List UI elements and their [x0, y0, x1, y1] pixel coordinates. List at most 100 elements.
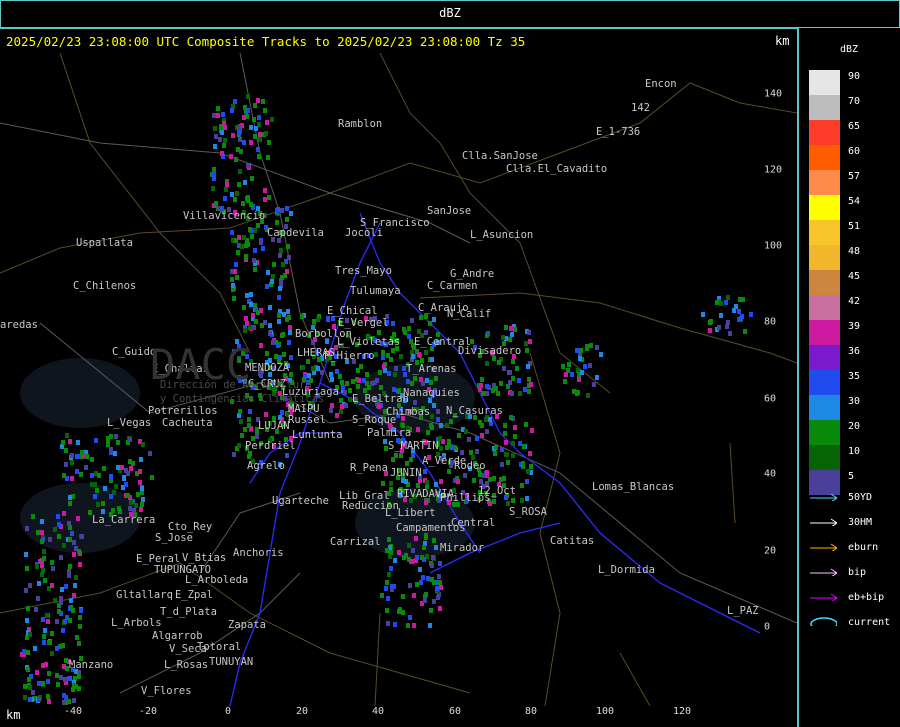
radar-echo-pixel — [497, 360, 501, 365]
radar-echo-pixel — [67, 573, 71, 578]
radar-echo-pixel — [479, 479, 483, 484]
radar-echo-pixel — [77, 674, 81, 679]
radar-echo-pixel — [249, 302, 253, 307]
radar-echo-pixel — [93, 482, 97, 487]
y-axis-unit: km — [775, 34, 790, 48]
place-label: Algarrob — [152, 630, 203, 642]
radar-echo-pixel — [40, 519, 44, 524]
radar-echo-pixel — [245, 293, 249, 298]
radar-echo-pixel — [429, 608, 433, 613]
radar-echo-pixel — [447, 469, 451, 474]
track-label: 50YD — [848, 492, 873, 503]
x-tick-label: 80 — [524, 706, 538, 717]
radar-echo-pixel — [230, 108, 234, 113]
radar-echo-pixel — [126, 493, 130, 498]
radar-echo-pixel — [101, 501, 105, 506]
radar-echo-pixel — [73, 583, 77, 588]
track-arrow-icon — [810, 593, 837, 601]
place-label: Villavicencio — [183, 210, 266, 222]
radar-echo-pixel — [413, 376, 417, 381]
radar-echo-pixel — [485, 361, 489, 366]
radar-echo-pixel — [732, 308, 736, 313]
radar-echo-pixel — [25, 618, 29, 623]
radar-echo-pixel — [501, 335, 505, 340]
radar-echo-pixel — [214, 201, 218, 206]
radar-echo-pixel — [341, 385, 345, 390]
radar-echo-pixel — [41, 681, 45, 686]
radar-map[interactable] — [0, 53, 797, 706]
radar-echo-pixel — [335, 413, 339, 418]
radar-echo-pixel — [78, 562, 82, 567]
radar-echo-pixel — [282, 352, 286, 357]
place-label: C_Chilenos — [73, 280, 137, 292]
radar-echo-pixel — [72, 593, 76, 598]
radar-echo-pixel — [365, 381, 369, 386]
place-label: E_Zpal — [175, 589, 213, 601]
radar-echo-pixel — [51, 566, 55, 571]
radar-echo-pixel — [234, 238, 238, 243]
radar-echo-pixel — [248, 409, 252, 414]
radar-echo-pixel — [64, 695, 68, 700]
radar-echo-pixel — [513, 327, 517, 332]
radar-echo-pixel — [725, 324, 729, 329]
radar-echo-pixel — [285, 206, 289, 211]
radar-echo-pixel — [425, 480, 429, 485]
radar-echo-pixel — [435, 586, 439, 591]
radar-echo-pixel — [430, 563, 434, 568]
radar-echo-pixel — [480, 423, 484, 428]
radar-echo-pixel — [254, 319, 258, 324]
radar-echo-pixel — [229, 154, 233, 159]
radar-echo-pixel — [411, 453, 415, 458]
radar-echo-pixel — [59, 675, 63, 680]
color-swatch — [809, 445, 840, 470]
radar-echo-pixel — [72, 540, 76, 545]
radar-echo-pixel — [386, 621, 390, 626]
radar-echo-pixel — [719, 313, 723, 318]
color-swatch-label: 48 — [848, 246, 861, 257]
radar-echo-pixel — [237, 130, 241, 135]
radar-echo-pixel — [235, 275, 239, 280]
radar-echo-pixel — [211, 186, 215, 191]
radar-echo-pixel — [47, 699, 51, 704]
radar-echo-pixel — [387, 371, 391, 376]
radar-echo-pixel — [528, 451, 532, 456]
radar-echo-pixel — [728, 331, 732, 336]
radar-echo-pixel — [428, 321, 432, 326]
radar-echo-pixel — [230, 230, 234, 235]
radar-echo-pixel — [383, 439, 387, 444]
radar-echo-pixel — [124, 482, 128, 487]
radar-echo-pixel — [307, 373, 311, 378]
radar-echo-pixel — [213, 126, 217, 131]
radar-echo-pixel — [57, 534, 61, 539]
radar-echo-pixel — [340, 404, 344, 409]
radar-echo-pixel — [223, 138, 227, 143]
radar-echo-pixel — [237, 443, 241, 448]
radar-echo-pixel — [407, 334, 411, 339]
radar-echo-pixel — [138, 480, 142, 485]
place-label: Anchoris — [233, 547, 284, 559]
radar-echo-pixel — [524, 422, 528, 427]
radar-echo-pixel — [62, 700, 66, 705]
radar-echo-pixel — [102, 466, 106, 471]
radar-echo-pixel — [214, 134, 218, 139]
radar-echo-pixel — [383, 368, 387, 373]
radar-echo-pixel — [445, 445, 449, 450]
y-tick-label: 100 — [764, 240, 783, 252]
y-tick-label: 60 — [764, 393, 777, 405]
radar-echo-pixel — [390, 587, 394, 592]
color-swatch-label: 70 — [848, 96, 861, 107]
radar-echo-pixel — [485, 384, 489, 389]
place-label: V_Btias — [182, 552, 227, 564]
radar-echo-pixel — [57, 609, 61, 614]
radar-echo-pixel — [53, 598, 57, 603]
radar-echo-pixel — [385, 580, 389, 585]
radar-echo-pixel — [279, 248, 283, 253]
radar-echo-pixel — [129, 466, 133, 471]
radar-echo-pixel — [64, 658, 68, 663]
radar-echo-pixel — [436, 409, 440, 414]
place-label: Zapata — [228, 619, 266, 631]
radar-echo-pixel — [28, 632, 32, 637]
radar-echo-pixel — [42, 634, 46, 639]
radar-echo-pixel — [595, 375, 599, 380]
radar-echo-pixel — [238, 137, 242, 142]
